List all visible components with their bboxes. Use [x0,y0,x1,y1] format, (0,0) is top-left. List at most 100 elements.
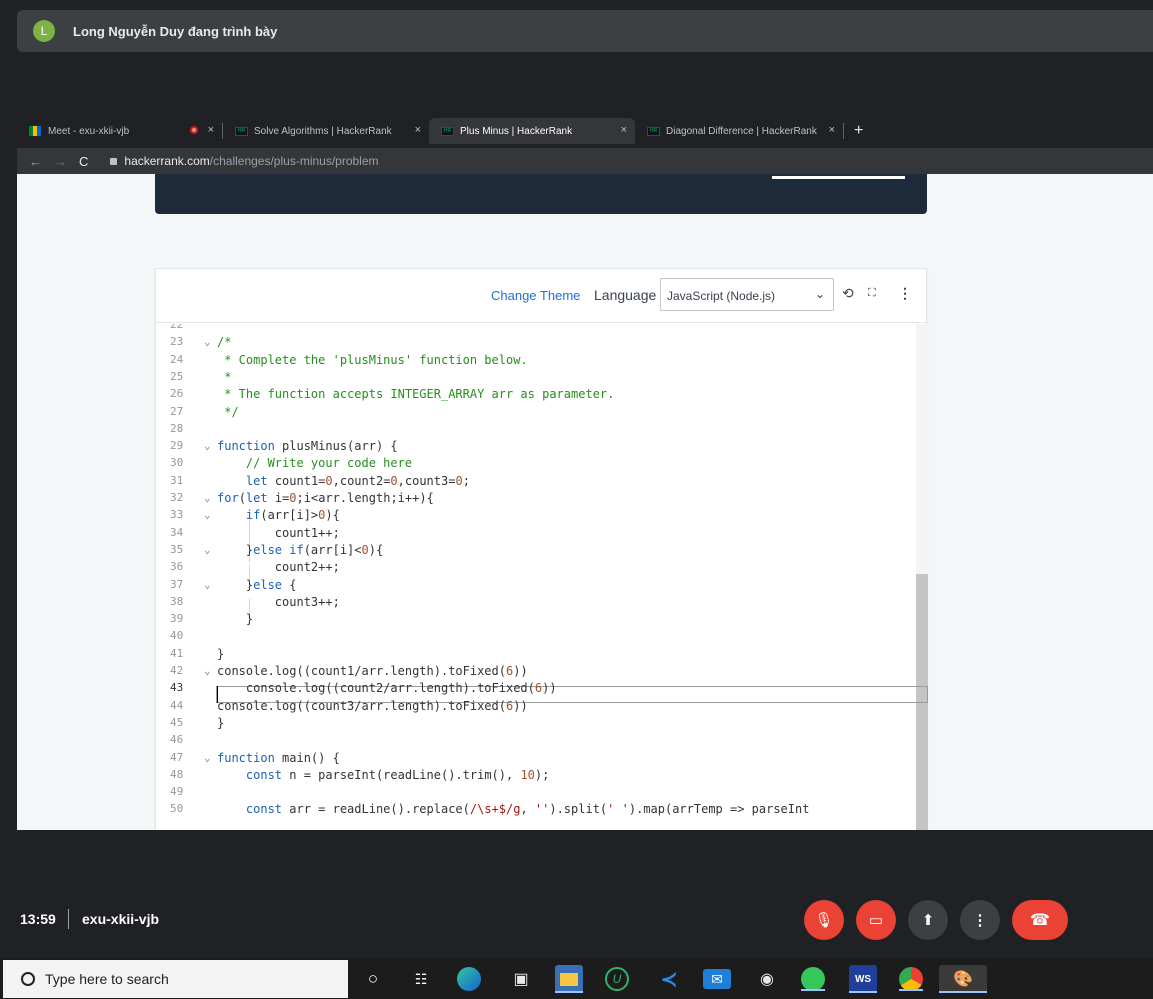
tab-meet[interactable]: Meet - exu-xkii-vjb × [17,118,222,144]
line-number: 44 [170,698,184,712]
presenter-avatar: L [33,20,55,42]
edge-icon[interactable] [457,967,481,991]
fold-chevron-icon[interactable]: ⌄ [204,335,211,348]
code-editor-panel: Change Theme Language JavaScript (Node.j… [155,268,928,830]
address-bar: ← → C hackerrank.com/challenges/plus-min… [17,148,1153,174]
fold-chevron-icon[interactable]: ⌄ [204,439,211,452]
line-number: 30 [170,456,184,470]
code-line: }else { [217,577,297,592]
active-indicator [899,989,923,991]
tab-label: Diagonal Difference | HackerRank [666,125,817,137]
app-icon[interactable] [801,967,825,991]
tab-diagonal-difference[interactable]: HR Diagonal Difference | HackerRank × [635,118,843,144]
active-indicator [849,991,877,993]
browser-tabstrip: Meet - exu-xkii-vjb × HR Solve Algorithm… [17,118,1153,144]
close-icon[interactable]: × [829,124,835,136]
code-line: /* [217,335,232,350]
line-number: 46 [170,733,184,747]
code-line: count3++; [217,594,340,609]
line-number: 29 [170,439,184,453]
url-path: /challenges/plus-minus/problem [209,154,379,168]
mic-off-button[interactable]: 🎙 [804,900,844,940]
line-number: 36 [170,560,184,574]
code-line: let count1=0,count2=0,count3=0; [245,473,470,488]
line-number: 50 [170,802,184,816]
code-line: } [217,612,254,627]
close-icon[interactable]: × [621,124,627,136]
meeting-code: exu-xkii-vjb [82,911,160,927]
new-tab-button[interactable]: + [854,118,863,144]
taskbar-search[interactable]: Type here to search [3,960,348,998]
forward-icon[interactable]: → [54,154,67,169]
cortana-icon[interactable]: ○ [359,965,387,993]
code-line: }else if(arr[i]<0){ [217,542,384,557]
line-number: 26 [170,387,184,401]
close-icon[interactable]: × [208,124,214,136]
camera-off-button[interactable]: ▭ [856,900,896,940]
fold-chevron-icon[interactable]: ⌄ [204,664,211,677]
code-line: const n = parseInt(readLine().trim(), 10… [245,767,550,782]
tab-solve-algorithms[interactable]: HR Solve Algorithms | HackerRank × [223,118,429,144]
webstorm-icon[interactable]: WS [849,965,877,993]
line-number: 39 [170,612,184,626]
hackerrank-page: Change Theme Language JavaScript (Node.j… [17,174,1153,830]
line-number: 48 [170,767,184,781]
present-screen-icon: ⬆ [921,912,935,929]
line-number: 27 [170,404,184,418]
line-number: 49 [170,785,184,799]
code-line: for(let i=0;i<arr.length;i++){ [217,491,434,505]
fold-chevron-icon[interactable]: ⌄ [204,751,211,764]
file-explorer-icon[interactable] [555,965,583,993]
fullscreen-icon[interactable]: ⛶ [868,287,876,300]
code-line: function main() { [217,750,340,765]
upwork-icon[interactable]: U [605,967,629,991]
task-view-icon[interactable]: ☷ [407,965,435,993]
tab-plus-minus[interactable]: HR Plus Minus | HackerRank × [429,118,635,144]
history-icon[interactable]: ⟲ [842,285,854,302]
paint-icon[interactable]: 🎨 [939,965,987,993]
url-field[interactable]: hackerrank.com/challenges/plus-minus/pro… [124,154,378,168]
lock-icon [110,157,118,165]
close-icon[interactable]: × [415,124,421,136]
line-number: 37 [170,577,184,591]
url-host: hackerrank.com [124,154,210,168]
line-number: 24 [170,352,184,366]
code-line: // Write your code here [245,456,413,471]
fold-chevron-icon[interactable]: ⌄ [204,578,211,591]
line-number: 25 [170,369,184,383]
recording-icon [190,126,198,134]
mic-off-icon: 🎙 [814,912,834,929]
code-line: console.log((count3/arr.length).toFixed(… [217,698,528,713]
camera-off-icon: ▭ [868,912,884,929]
steam-icon[interactable]: ◉ [753,965,781,993]
store-icon[interactable]: ▣ [507,965,535,993]
fold-chevron-icon[interactable]: ⌄ [204,491,211,504]
line-number: 34 [170,525,184,539]
more-options-button[interactable]: ⋮ [960,900,1000,940]
code-line: count2++; [217,560,340,575]
code-line: */ [217,404,239,419]
line-number: 41 [170,646,184,660]
fold-chevron-icon[interactable]: ⌄ [204,543,211,556]
more-options-icon[interactable]: ⋮ [898,285,912,302]
change-theme-link[interactable]: Change Theme [491,288,580,303]
tab-label: Solve Algorithms | HackerRank [254,125,392,137]
present-button[interactable]: ⬆ [908,900,948,940]
language-select[interactable]: JavaScript (Node.js) ⌄ [660,278,834,311]
mail-icon[interactable]: ✉ [703,969,731,989]
vscode-icon[interactable]: ≺ [655,965,683,993]
line-number: 28 [170,421,184,435]
fold-chevron-icon[interactable]: ⌄ [204,508,211,521]
chrome-icon[interactable] [899,967,923,991]
line-number: 22 [170,324,184,331]
code-line: if(arr[i]>0){ [245,508,340,523]
code-line: console.log((count2/arr.length).toFixed(… [217,681,557,696]
line-number: 45 [170,715,184,729]
leave-call-button[interactable]: ☎ [1012,900,1068,940]
code-area[interactable]: 22 23 ⌄ /* 24 * Complete the 'plusMinus' fun… [156,324,928,830]
reload-icon[interactable]: C [79,154,88,169]
search-placeholder: Type here to search [45,971,169,987]
code-line: * [217,369,232,384]
back-icon[interactable]: ← [29,154,42,169]
meet-icon [29,126,41,136]
